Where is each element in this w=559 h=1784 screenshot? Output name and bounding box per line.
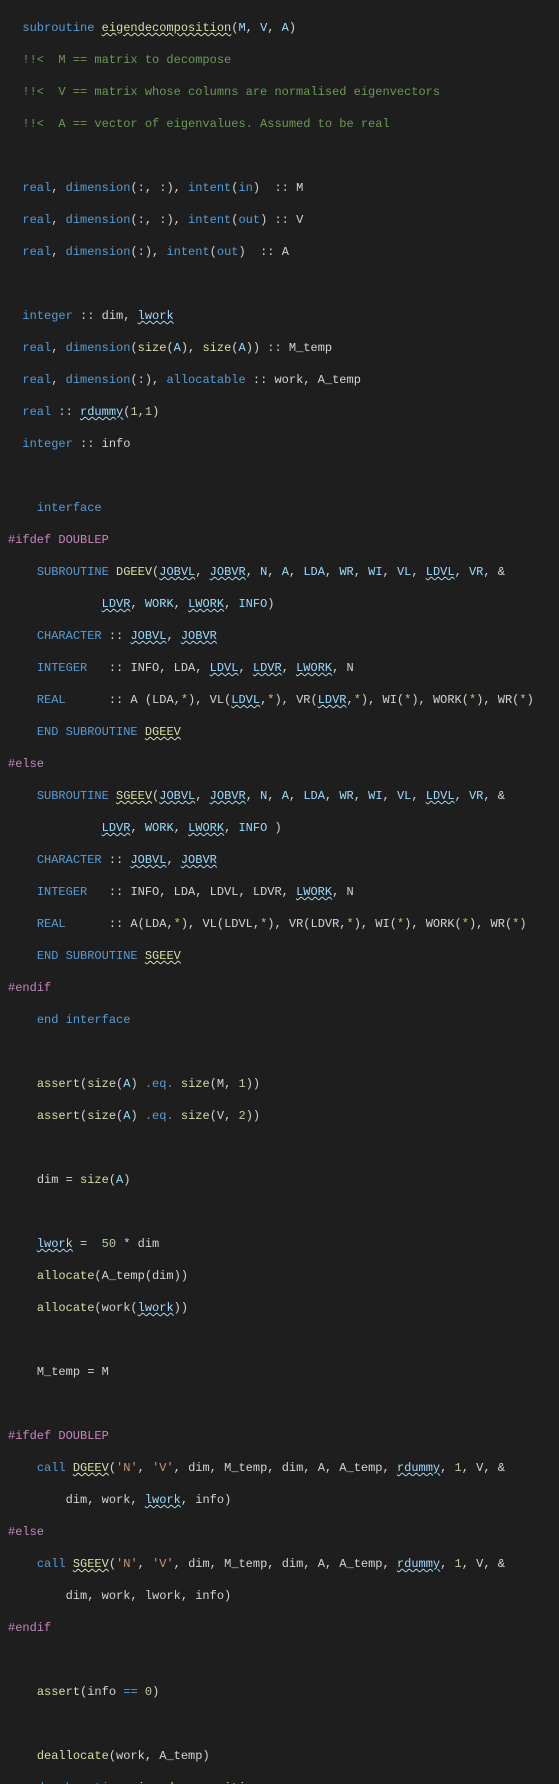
code-line: call SGEEV('N', 'V', dim, M_temp, dim, A… — [8, 1556, 559, 1572]
code-line: allocate(A_temp(dim)) — [8, 1268, 559, 1284]
code-line — [8, 148, 559, 164]
code-line: call DGEEV('N', 'V', dim, M_temp, dim, A… — [8, 1460, 559, 1476]
code-line: dim = size(A) — [8, 1172, 559, 1188]
code-line: !!< A == vector of eigenvalues. Assumed … — [8, 116, 559, 132]
code-line — [8, 1204, 559, 1220]
code-line — [8, 1044, 559, 1060]
code-line: real, dimension(size(A), size(A)) :: M_t… — [8, 340, 559, 356]
code-line: dim, work, lwork, info) — [8, 1492, 559, 1508]
code-line — [8, 1396, 559, 1412]
code-line: !!< V == matrix whose columns are normal… — [8, 84, 559, 100]
code-line: #ifdef DOUBLEP — [8, 532, 559, 548]
code-line: interface — [8, 500, 559, 516]
code-line: integer :: dim, lwork — [8, 308, 559, 324]
code-line: end interface — [8, 1012, 559, 1028]
code-line: real, dimension(:), allocatable :: work,… — [8, 372, 559, 388]
code-line — [8, 468, 559, 484]
code-line: lwork = 50 * dim — [8, 1236, 559, 1252]
code-line: deallocate(work, A_temp) — [8, 1748, 559, 1764]
code-line: assert(size(A) .eq. size(M, 1)) — [8, 1076, 559, 1092]
code-line — [8, 276, 559, 292]
code-line: allocate(work(lwork)) — [8, 1300, 559, 1316]
code-line: #endif — [8, 980, 559, 996]
code-line: real, dimension(:), intent(out) :: A — [8, 244, 559, 260]
code-line: END SUBROUTINE SGEEV — [8, 948, 559, 964]
code-line: END SUBROUTINE DGEEV — [8, 724, 559, 740]
code-line: M_temp = M — [8, 1364, 559, 1380]
code-line: #else — [8, 756, 559, 772]
code-line: REAL :: A (LDA,*), VL(LDVL,*), VR(LDVR,*… — [8, 692, 559, 708]
code-line — [8, 1140, 559, 1156]
code-editor[interactable]: subroutine eigendecomposition(M, V, A) !… — [0, 4, 559, 1784]
code-line: CHARACTER :: JOBVL, JOBVR — [8, 628, 559, 644]
code-line: real, dimension(:, :), intent(out) :: V — [8, 212, 559, 228]
code-line: subroutine eigendecomposition(M, V, A) — [8, 20, 559, 36]
code-line: REAL :: A(LDA,*), VL(LDVL,*), VR(LDVR,*)… — [8, 916, 559, 932]
code-line: end subroutine eigendecomposition — [8, 1780, 559, 1784]
code-line: dim, work, lwork, info) — [8, 1588, 559, 1604]
code-line — [8, 1716, 559, 1732]
code-line — [8, 1652, 559, 1668]
code-line: real :: rdummy(1,1) — [8, 404, 559, 420]
code-line: #endif — [8, 1620, 559, 1636]
code-line: SUBROUTINE SGEEV(JOBVL, JOBVR, N, A, LDA… — [8, 788, 559, 804]
code-line: integer :: info — [8, 436, 559, 452]
code-line: INTEGER :: INFO, LDA, LDVL, LDVR, LWORK,… — [8, 884, 559, 900]
code-line: INTEGER :: INFO, LDA, LDVL, LDVR, LWORK,… — [8, 660, 559, 676]
code-line: SUBROUTINE DGEEV(JOBVL, JOBVR, N, A, LDA… — [8, 564, 559, 580]
code-line: LDVR, WORK, LWORK, INFO) — [8, 596, 559, 612]
code-line: LDVR, WORK, LWORK, INFO ) — [8, 820, 559, 836]
code-line: CHARACTER :: JOBVL, JOBVR — [8, 852, 559, 868]
code-line: assert(info == 0) — [8, 1684, 559, 1700]
code-line: #ifdef DOUBLEP — [8, 1428, 559, 1444]
code-line: !!< M == matrix to decompose — [8, 52, 559, 68]
code-line: assert(size(A) .eq. size(V, 2)) — [8, 1108, 559, 1124]
code-line — [8, 1332, 559, 1348]
code-line: real, dimension(:, :), intent(in) :: M — [8, 180, 559, 196]
code-line: #else — [8, 1524, 559, 1540]
